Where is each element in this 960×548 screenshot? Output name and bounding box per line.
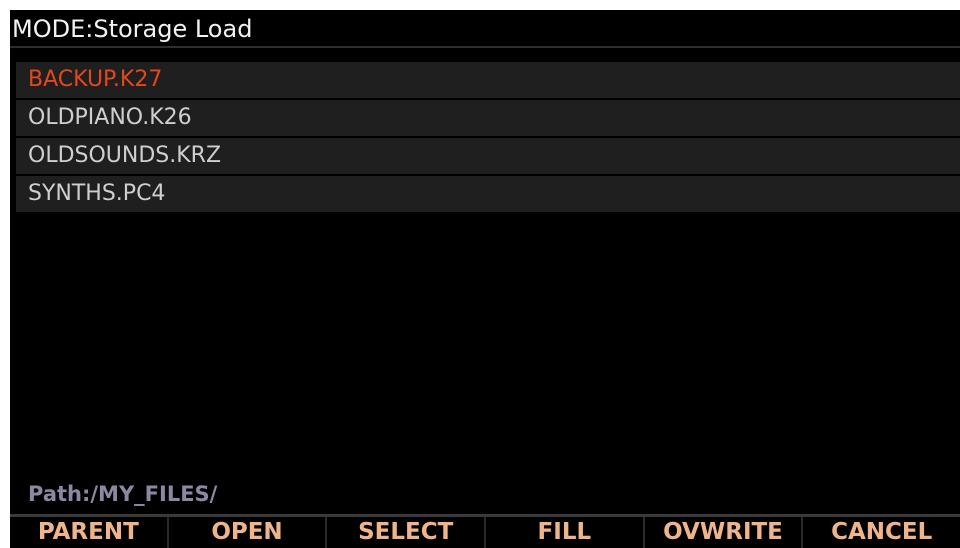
parent-button[interactable]: PARENT	[10, 517, 169, 548]
overwrite-button[interactable]: OVWRITE	[645, 517, 804, 548]
open-button[interactable]: OPEN	[169, 517, 328, 548]
softkey-bar: PARENT OPEN SELECT FILL OVWRITE CANCEL	[10, 514, 960, 548]
file-list: BACKUP.K27 OLDPIANO.K26 OLDSOUNDS.KRZ SY…	[16, 62, 960, 214]
file-row-oldsounds[interactable]: OLDSOUNDS.KRZ	[16, 138, 960, 174]
display-screen: MODE:Storage Load BACKUP.K27 OLDPIANO.K2…	[10, 10, 960, 548]
fill-button[interactable]: FILL	[486, 517, 645, 548]
current-path: Path:/MY_FILES/	[28, 482, 218, 506]
select-button[interactable]: SELECT	[327, 517, 487, 548]
file-row-synths[interactable]: SYNTHS.PC4	[16, 176, 960, 212]
file-row-backup[interactable]: BACKUP.K27	[16, 62, 960, 98]
file-row-oldpiano[interactable]: OLDPIANO.K26	[16, 100, 960, 136]
mode-title: MODE:Storage Load	[10, 10, 960, 48]
cancel-button[interactable]: CANCEL	[803, 517, 960, 548]
